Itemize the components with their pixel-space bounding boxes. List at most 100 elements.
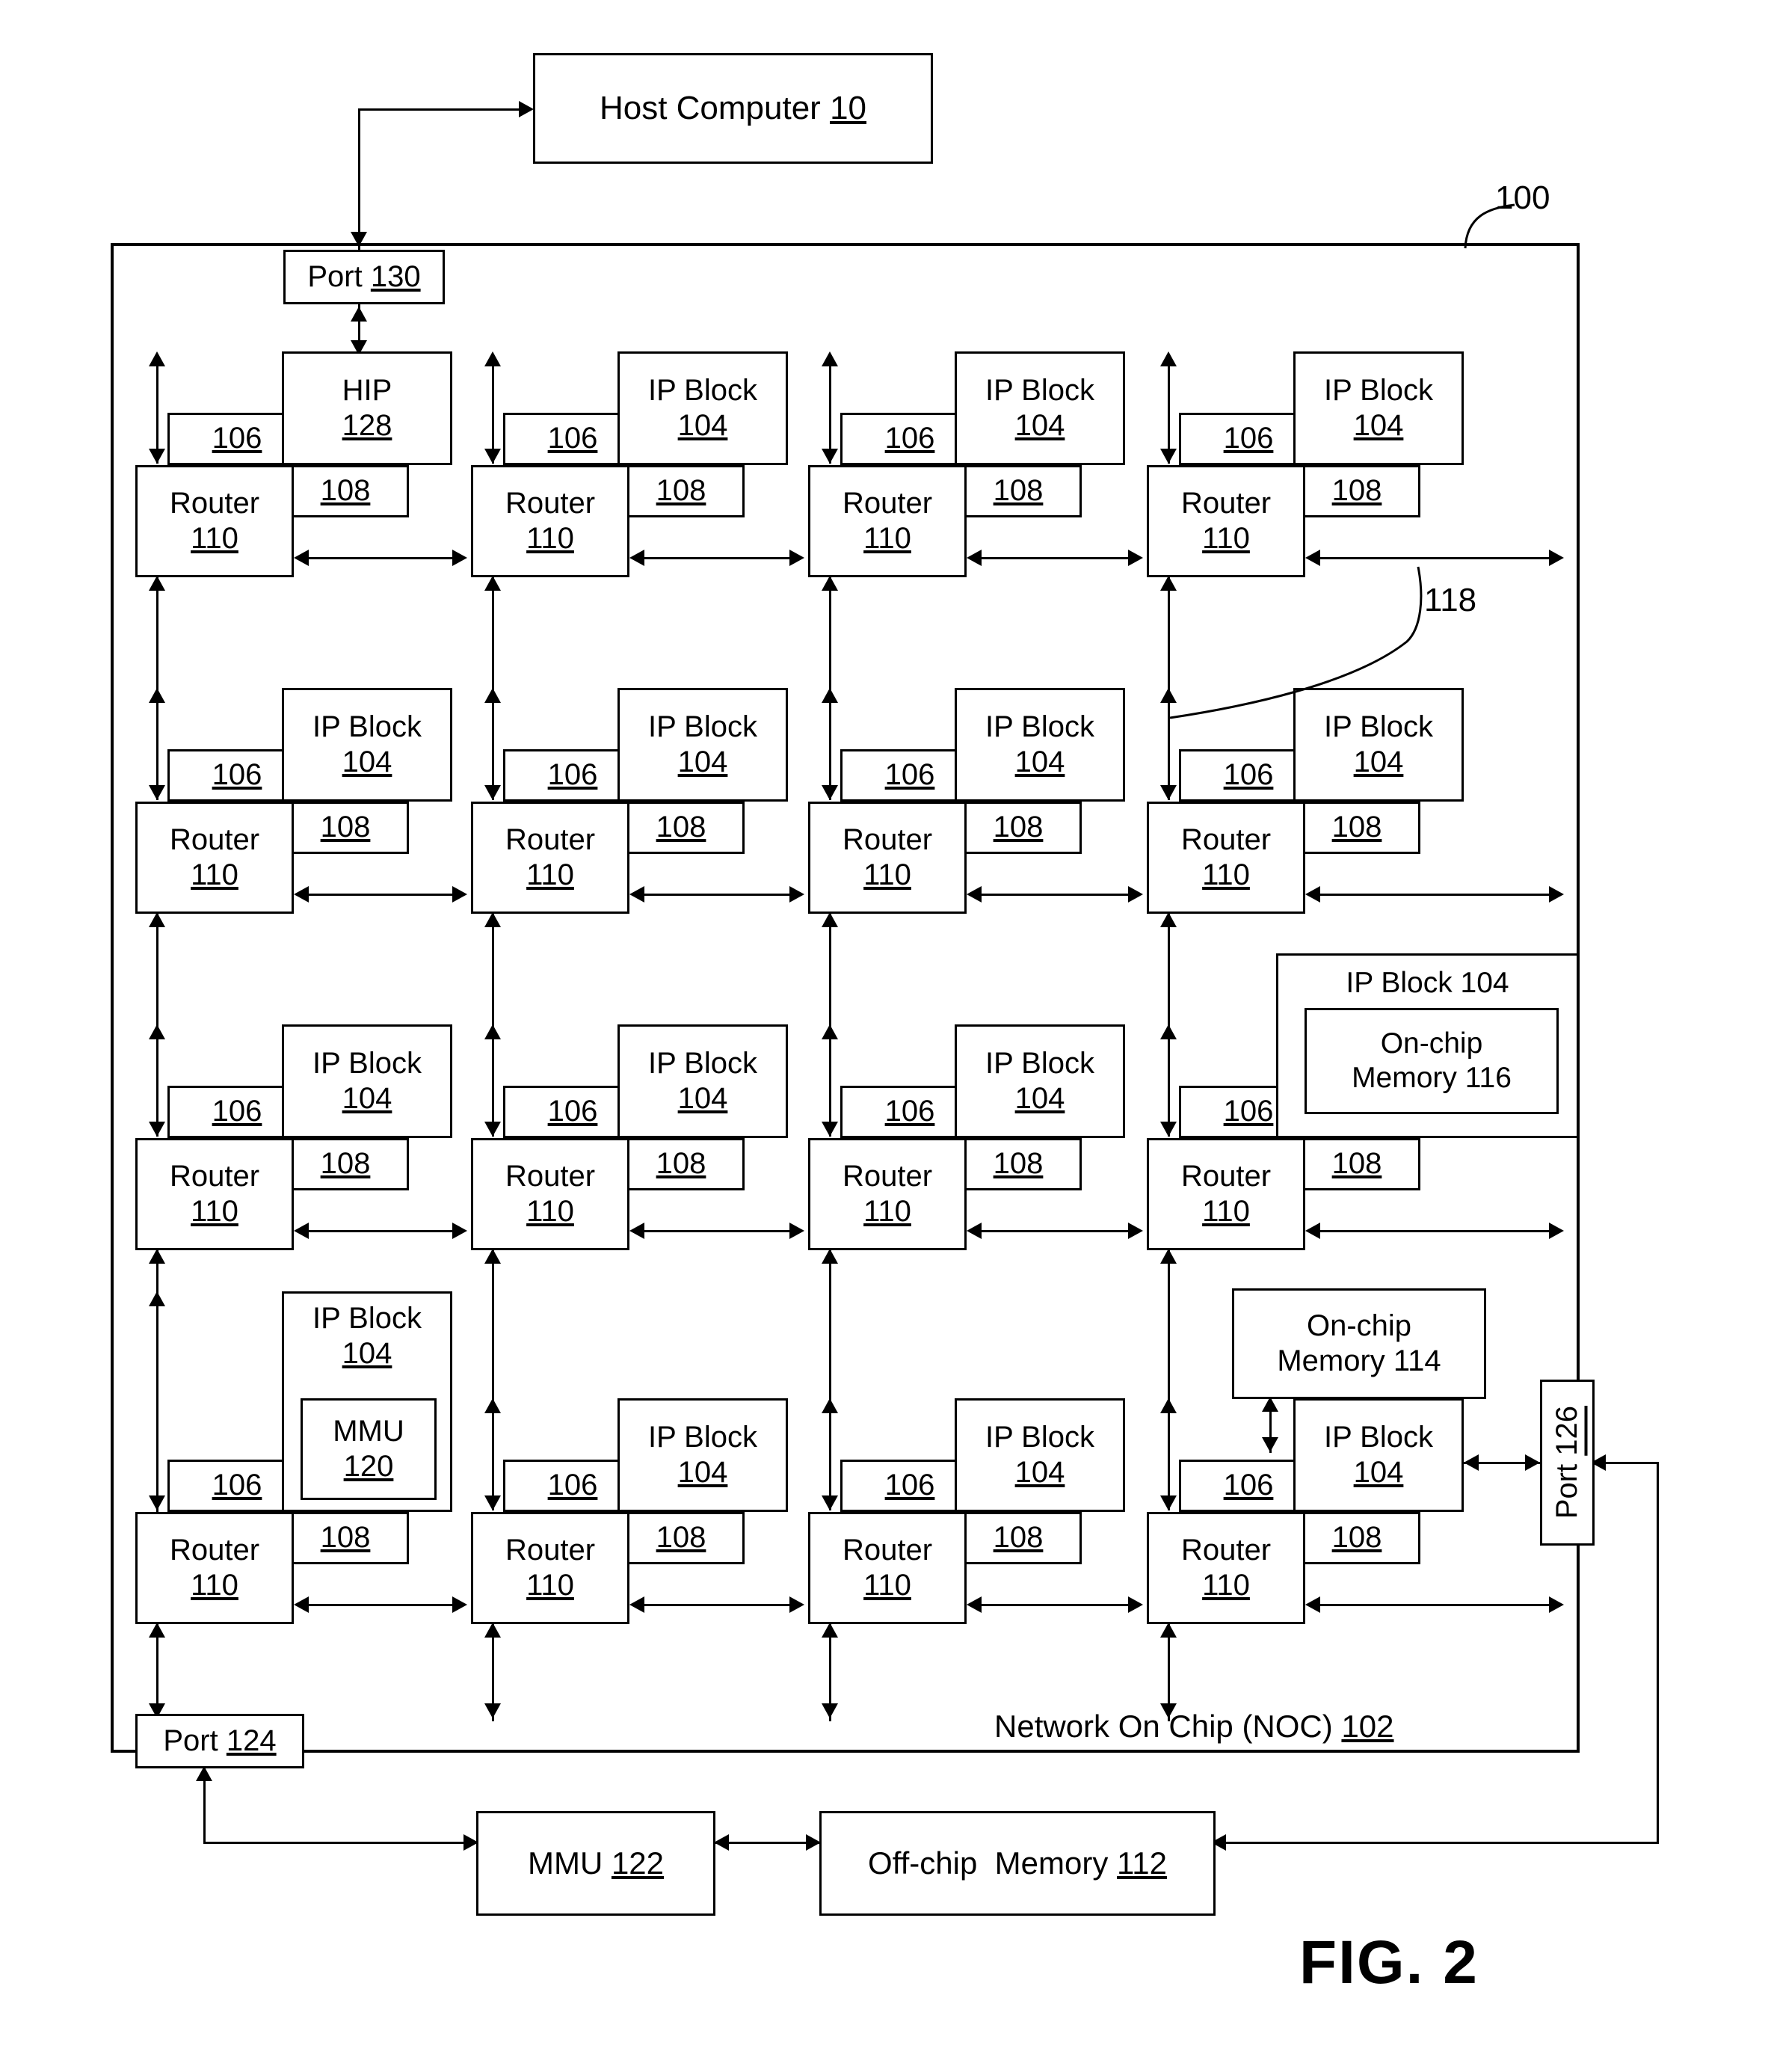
- router-line1: Router: [842, 1533, 933, 1567]
- vlink-c2-r1r2-up: [822, 912, 838, 927]
- vlink-c0-r2r3-up: [149, 1249, 165, 1264]
- block-line2: 104: [1014, 746, 1065, 778]
- block-line1: IP Block: [648, 373, 757, 407]
- router-line2: 110: [1202, 858, 1250, 891]
- grid-block-r1c1: IP Block 104: [617, 688, 788, 802]
- grid-link-r2c3: 108: [1293, 1138, 1420, 1190]
- link-ref: 108: [993, 811, 1044, 844]
- grid-router-r3c0[interactable]: Router 110: [135, 1512, 294, 1624]
- grid-router-r1c2[interactable]: Router 110: [808, 802, 967, 914]
- hlink-r3-b: [635, 1604, 799, 1606]
- mmu122-right-arrow: [714, 1834, 729, 1851]
- router-line1: Router: [169, 1533, 260, 1567]
- agent-ref: 106: [212, 1095, 262, 1128]
- hlink-r2-a-right: [452, 1223, 467, 1239]
- block-line2: 104: [1353, 746, 1404, 778]
- block-line1: IP Block: [312, 1046, 422, 1080]
- hlink-r3-d: [1310, 1604, 1559, 1606]
- grid-router-r3c3[interactable]: Router 110: [1147, 1512, 1305, 1624]
- ref-100-label: 100: [1495, 179, 1550, 216]
- vlink-c3-r2r3-up: [1160, 1249, 1177, 1264]
- agent-ref: 106: [1223, 758, 1274, 792]
- link-ref: 108: [993, 474, 1044, 508]
- hlink-r2-b-right: [789, 1223, 804, 1239]
- hlink-r0-d-right: [1549, 550, 1564, 566]
- agent-ref: 106: [547, 422, 598, 455]
- vstub-r2c2-up: [822, 1024, 838, 1039]
- vlink-c1-r1r2-up: [484, 912, 501, 927]
- vstub-r1c0-down: [149, 785, 165, 800]
- link-ref: 108: [1331, 474, 1382, 508]
- block-line1: IP Block: [648, 1420, 757, 1454]
- grid-router-r1c0[interactable]: Router 110: [135, 802, 294, 914]
- mmu-line2: 120: [343, 1450, 394, 1483]
- vstub-bottom-c2-up: [822, 1623, 838, 1638]
- vlink-c0-r1r2: [156, 914, 158, 1028]
- onchip-line1: On-chip: [1380, 1027, 1483, 1060]
- agent-ref: 106: [547, 758, 598, 792]
- vstub-bottom-c0-up: [149, 1623, 165, 1638]
- vstub-r2c0-up: [149, 1024, 165, 1039]
- hlink-r2-d-left: [1305, 1223, 1320, 1239]
- grid-link-r1c1: 108: [617, 802, 745, 854]
- vstub-r0c1: [492, 355, 494, 464]
- vstub-r3c1-up: [484, 1398, 501, 1413]
- offchip-memory-112-label: Off-chip Memory 112: [868, 1845, 1167, 1881]
- vstub-r3c2-down: [822, 1495, 838, 1510]
- vstub-r2c3: [1168, 1028, 1170, 1137]
- hlink-r1-a: [299, 894, 462, 896]
- offchip-left-arrow: [806, 1834, 821, 1851]
- grid-router-r3c2[interactable]: Router 110: [808, 1512, 967, 1624]
- grid-router-r2c0[interactable]: Router 110: [135, 1138, 294, 1250]
- grid-router-r1c1[interactable]: Router 110: [471, 802, 629, 914]
- hlink-r3-a-right: [452, 1596, 467, 1613]
- grid-link-r3c3: 108: [1293, 1512, 1420, 1564]
- hlink-r0-a-left: [294, 550, 309, 566]
- grid-router-r0c1[interactable]: Router 110: [471, 465, 629, 577]
- vstub-r3c0: [156, 1295, 158, 1516]
- hlink-r3-b-right: [789, 1596, 804, 1613]
- vstub-r0c3-up: [1160, 351, 1177, 366]
- onchip-memory-116-box: On-chip Memory 116: [1305, 1008, 1559, 1114]
- vstub-r3c3-down: [1160, 1495, 1177, 1510]
- hlink-r3-a: [299, 1604, 462, 1606]
- hlink-r0-b-left: [629, 550, 644, 566]
- vstub-r2c0-down: [149, 1122, 165, 1137]
- block-line1: HIP: [342, 373, 392, 407]
- link-ref: 108: [993, 1147, 1044, 1181]
- mmu-122-box: MMU 122: [476, 1811, 715, 1916]
- figure-page: Host Computer 10 100 Port 130 HIP 128 10…: [0, 0, 1768, 2072]
- vstub-r3c0-down: [149, 1495, 165, 1510]
- vlink-c2-r0r1: [829, 577, 831, 692]
- ref-118-leader: [1169, 566, 1423, 719]
- block-line1: IP Block: [312, 710, 422, 743]
- link-ref: 108: [656, 811, 706, 844]
- grid-router-r1c3[interactable]: Router 110: [1147, 802, 1305, 914]
- vstub-bottom-c1-up: [484, 1623, 501, 1638]
- grid-link-r0c2: 108: [955, 465, 1082, 517]
- vstub-r3c3: [1168, 1402, 1170, 1510]
- router-line2: 110: [526, 858, 574, 891]
- router-line1: Router: [1180, 1533, 1272, 1567]
- vstub-r2c2-down: [822, 1122, 838, 1137]
- grid-router-r2c2[interactable]: Router 110: [808, 1138, 967, 1250]
- grid-router-r2c3[interactable]: Router 110: [1147, 1138, 1305, 1250]
- memory114-line1: On-chip: [1306, 1309, 1412, 1342]
- router-line2: 110: [191, 1195, 238, 1228]
- link-ref: 108: [1331, 1147, 1382, 1181]
- port-130-up-arrow: [351, 307, 367, 322]
- link-ref: 108: [656, 1147, 706, 1181]
- grid-link-r1c0: 108: [282, 802, 409, 854]
- vstub-r1c2: [829, 692, 831, 800]
- grid-router-r0c0[interactable]: Router 110: [135, 465, 294, 577]
- block-line1: IP Block: [985, 1046, 1094, 1080]
- grid-router-r2c1[interactable]: Router 110: [471, 1138, 629, 1250]
- block-line2: 104: [677, 1082, 728, 1115]
- grid-router-r0c2[interactable]: Router 110: [808, 465, 967, 577]
- router-line1: Router: [505, 1533, 596, 1567]
- port-126-label: Port 126: [1550, 1406, 1583, 1519]
- onchip-line2: Memory 116: [1352, 1062, 1512, 1094]
- hlink-r0-c-left: [967, 550, 982, 566]
- grid-router-r3c1[interactable]: Router 110: [471, 1512, 629, 1624]
- port-130-box: Port 130: [283, 250, 445, 304]
